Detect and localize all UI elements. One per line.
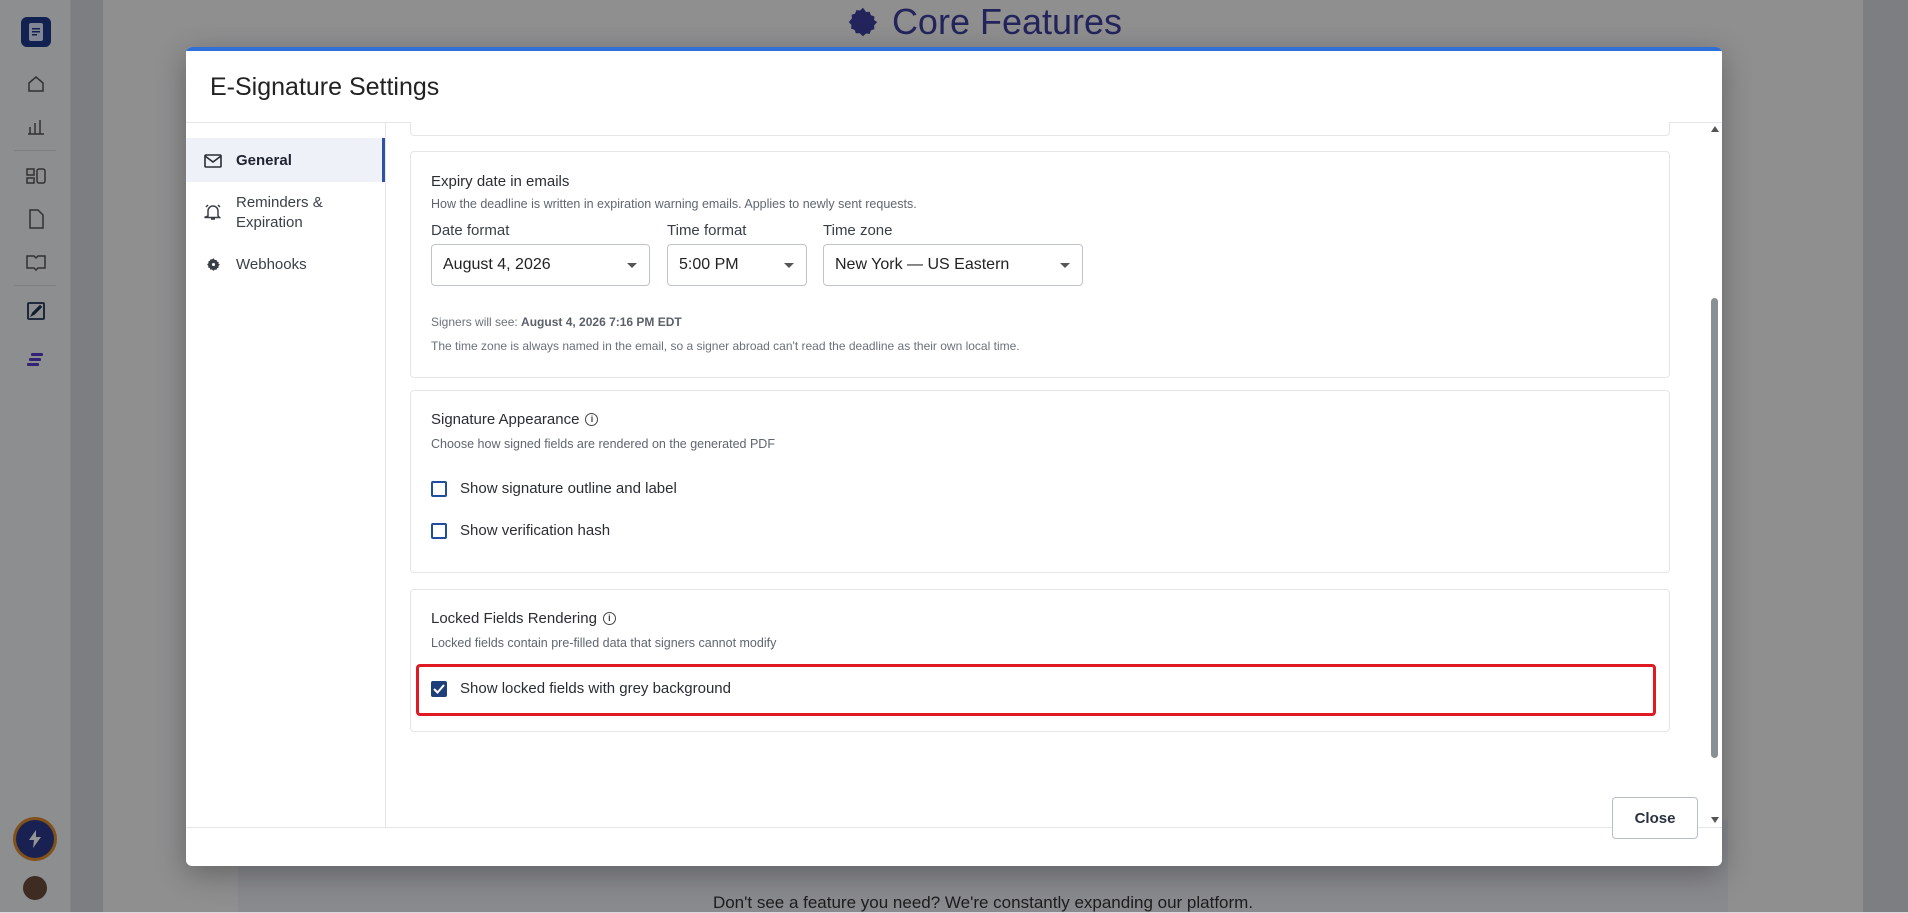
checkbox[interactable] [431,480,447,497]
close-button[interactable]: Close [1612,797,1698,839]
option-label: Show signature outline and label [460,480,677,497]
checkbox[interactable] [431,522,447,539]
section-description: Locked fields contain pre-filled data th… [431,636,777,650]
content-scrollbar[interactable] [1708,122,1722,827]
check-icon [433,683,445,694]
preview-prefix: Signers will see: [431,315,518,329]
nav-item-general[interactable]: General [186,138,385,182]
section-title-text: Locked Fields Rendering [431,610,597,627]
time-zone-select[interactable]: New York — US Eastern [823,244,1083,286]
option-locked-grey[interactable]: Show locked fields with grey background [431,680,731,697]
scroll-down-icon[interactable] [1711,817,1719,823]
preview-note: Signers will see: August 4, 2026 7:16 PM… [431,315,682,329]
date-format-select[interactable]: August 4, 2026 [431,244,650,286]
nav-item-label: Webhooks [236,255,307,273]
gear-icon [204,256,222,274]
option-label: Show verification hash [460,522,611,539]
section-description: How the deadline is written in expiratio… [431,197,917,211]
time-format-value: 5:00 PM [679,256,739,273]
chevron-down-icon [784,263,794,268]
option-verification-hash[interactable]: Show verification hash [431,522,610,539]
settings-nav: General Reminders & Expiration Webhooks [186,122,386,827]
option-signature-outline[interactable]: Show signature outline and label [431,480,677,497]
previous-section [410,122,1670,136]
settings-modal: E-Signature Settings General Reminders &… [186,47,1722,866]
modal-header: E-Signature Settings [186,51,1722,123]
chevron-down-icon [627,263,637,268]
section-title: Expiry date in emails [431,173,570,190]
option-label: Show locked fields with grey background [460,680,731,697]
section-title: Locked Fields Rendering i [431,610,616,627]
nav-item-reminders[interactable]: Reminders & Expiration [186,191,385,239]
time-format-label: Time format [667,222,747,239]
time-format-select[interactable]: 5:00 PM [667,244,807,286]
settings-content[interactable]: Expiry date in emails How the deadline i… [386,122,1722,827]
checkbox-checked[interactable] [431,680,447,697]
time-zone-value: New York — US Eastern [835,256,1010,273]
modal-title: E-Signature Settings [210,73,440,101]
date-format-value: August 4, 2026 [443,256,551,273]
section-title-text: Signature Appearance [431,411,580,428]
time-zone-label: Time zone [823,222,893,239]
scroll-up-icon[interactable] [1711,126,1719,132]
mail-icon [204,152,222,170]
modal-footer [186,827,1722,866]
preview-value: August 4, 2026 7:16 PM EDT [521,315,682,329]
info-icon[interactable]: i [602,612,616,625]
section-description: Choose how signed fields are rendered on… [431,437,775,451]
timezone-note: The time zone is always named in the ema… [431,339,1020,353]
scroll-thumb[interactable] [1711,298,1718,758]
locked-fields-section: Locked Fields Rendering i Locked fields … [410,589,1670,732]
bell-icon [204,203,222,221]
chevron-down-icon [1060,263,1070,268]
section-title: Signature Appearance i [431,411,599,428]
nav-item-webhooks[interactable]: Webhooks [186,249,385,279]
expiry-section: Expiry date in emails How the deadline i… [410,151,1670,378]
info-icon[interactable]: i [585,413,599,426]
date-format-label: Date format [431,222,510,239]
signature-appearance-section: Signature Appearance i Choose how signed… [410,390,1670,573]
nav-item-label: Reminders & Expiration [236,194,323,231]
nav-item-label: General [236,151,292,169]
